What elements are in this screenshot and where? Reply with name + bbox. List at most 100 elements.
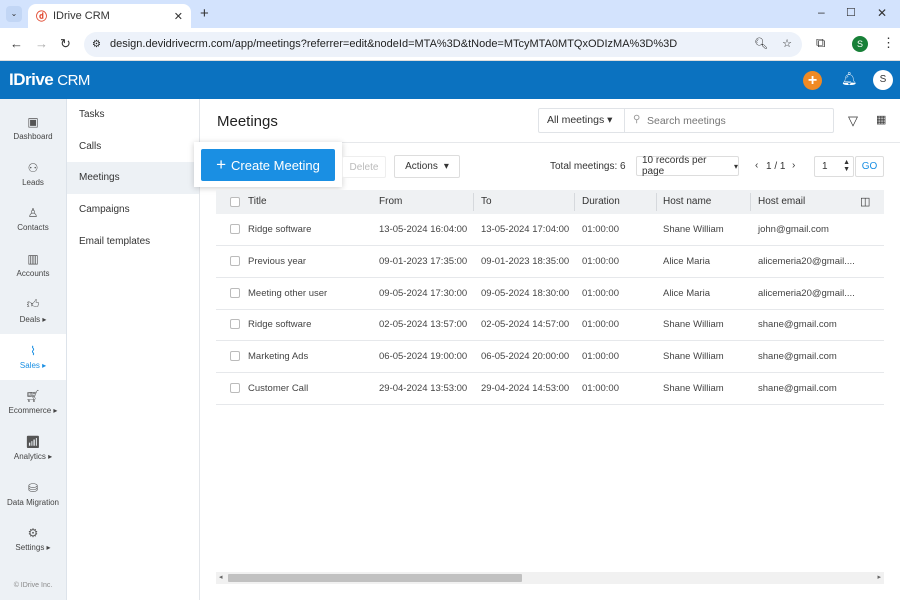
- url-input[interactable]: ⚙ design.devidrivecrm.com/app/meetings?re…: [84, 32, 802, 57]
- site-info-icon[interactable]: ⚙: [92, 32, 101, 57]
- deals-icon: 👍︎: [26, 297, 40, 312]
- page-number-input[interactable]: 1 ▲ ▼: [814, 156, 854, 177]
- table-header: ◫ Title From To Duration Host name Host email: [216, 190, 884, 214]
- create-meeting-button[interactable]: + Create Meeting: [201, 149, 335, 181]
- minimize-icon[interactable]: –: [818, 5, 825, 19]
- logo[interactable]: IDrive CRM: [9, 70, 90, 90]
- table-row[interactable]: Meeting other user 09-05-2024 17:30:00 09-…: [216, 278, 884, 310]
- horizontal-scrollbar[interactable]: ◂ ▸: [216, 572, 884, 584]
- column-header[interactable]: Host name: [663, 190, 711, 214]
- cell-title[interactable]: Marketing Ads: [248, 341, 308, 372]
- column-header[interactable]: Duration: [582, 190, 620, 214]
- nav-accounts[interactable]: ▥ Accounts: [0, 242, 66, 288]
- submenu-item-calls[interactable]: Calls: [67, 131, 199, 163]
- plus-icon: +: [216, 155, 227, 174]
- go-button[interactable]: GO: [855, 156, 884, 177]
- browser-tab[interactable]: ⓓ IDrive CRM ✕: [28, 4, 191, 28]
- column-header[interactable]: From: [379, 190, 402, 214]
- copyright: © IDrive Inc.: [13, 582, 53, 589]
- delete-button[interactable]: Delete: [342, 156, 386, 178]
- nav-ecommerce[interactable]: 🛒︎ Ecommerce ▸: [0, 379, 66, 425]
- extensions-icon[interactable]: ⧉: [816, 35, 825, 51]
- profile-avatar[interactable]: S: [852, 36, 868, 52]
- analytics-icon: 📶︎: [25, 434, 41, 449]
- cell-to: 29-04-2024 14:53:00: [481, 383, 570, 394]
- search-input[interactable]: [647, 111, 827, 130]
- table-row[interactable]: Ridge software 02-05-2024 13:57:00 02-05-2…: [216, 309, 884, 342]
- cell-title[interactable]: Customer Call: [248, 373, 308, 404]
- table-row[interactable]: Customer Call 29-04-2024 13:53:00 29-04-20…: [216, 373, 884, 405]
- submenu-item-meetings[interactable]: Meetings: [67, 162, 199, 195]
- back-icon[interactable]: ←: [10, 36, 23, 51]
- notifications-bell-icon[interactable]: 🔔︎: [841, 71, 858, 87]
- cell-host-email: shane@gmail.com: [758, 319, 837, 331]
- row-checkbox[interactable]: [230, 255, 240, 266]
- tab-search-button[interactable]: ⌄: [6, 6, 22, 22]
- prev-page-icon[interactable]: ‹: [755, 160, 758, 171]
- forward-icon[interactable]: →: [35, 36, 48, 51]
- cell-to: 13-05-2024 17:04:00: [481, 224, 570, 235]
- maximize-icon[interactable]: ☐: [846, 6, 856, 19]
- browser-menu-icon[interactable]: ⋮: [882, 35, 895, 51]
- column-header[interactable]: Host email: [758, 190, 805, 214]
- calendar-icon[interactable]: ▦: [876, 113, 886, 126]
- row-checkbox[interactable]: [230, 224, 240, 234]
- nav-label: Leads: [22, 177, 44, 187]
- next-page-icon[interactable]: ›: [792, 160, 795, 171]
- nav-settings[interactable]: ⚙ Settings ▸: [0, 516, 66, 562]
- meeting-filter-dropdown[interactable]: All meetings ▾: [539, 109, 625, 132]
- page-indicator: 1 / 1: [766, 161, 786, 172]
- data-migration-icon: ⛁: [27, 480, 39, 495]
- close-tab-icon[interactable]: ✕: [174, 10, 183, 23]
- nav-analytics[interactable]: 📶︎ Analytics ▸: [0, 425, 66, 471]
- cell-host-name: Shane William: [663, 351, 724, 363]
- cell-to: 02-05-2024 14:57:00: [481, 319, 570, 331]
- cell-title[interactable]: Meeting other user: [248, 278, 327, 309]
- bookmark-star-icon[interactable]: ☆: [782, 32, 792, 57]
- row-checkbox[interactable]: [230, 383, 240, 393]
- address-bar-row: ← → ↻ ⚙ design.devidrivecrm.com/app/meeti…: [0, 28, 900, 61]
- submenu-item-campaigns[interactable]: Campaigns: [67, 194, 199, 226]
- quick-add-button[interactable]: +: [803, 71, 822, 90]
- cell-title[interactable]: Ridge software: [248, 309, 311, 340]
- new-tab-icon[interactable]: +: [200, 5, 209, 22]
- cell-host-email: shane@gmail.com: [758, 383, 837, 394]
- nav-contacts[interactable]: ♙ Contacts: [0, 196, 66, 242]
- table-row[interactable]: Marketing Ads 06-05-2024 19:00:00 06-05-20…: [216, 341, 884, 374]
- sales-icon: ⌇: [30, 343, 36, 358]
- submenu-item-tasks[interactable]: Tasks: [67, 99, 199, 131]
- nav-sales[interactable]: ⌇ Sales ▸: [0, 333, 66, 380]
- table-row[interactable]: Previous year 09-01-2023 17:35:00 09-01-20…: [216, 246, 884, 278]
- cell-title[interactable]: Previous year: [248, 246, 306, 277]
- tab-title: IDrive CRM: [53, 10, 110, 22]
- zoom-icon[interactable]: 🔍︎: [754, 32, 768, 57]
- user-avatar[interactable]: S: [873, 70, 893, 90]
- row-checkbox[interactable]: [230, 287, 240, 298]
- reload-icon[interactable]: ↻: [60, 36, 71, 52]
- table-row[interactable]: Ridge software 13-05-2024 16:04:00 13-05-2…: [216, 214, 884, 246]
- nav-label: Dashboard: [13, 132, 53, 141]
- cell-host-name: Alice Maria: [663, 287, 710, 299]
- nav-data-migration[interactable]: ⛁ Data Migration: [0, 471, 66, 517]
- cell-title[interactable]: Ridge software: [248, 214, 311, 245]
- close-window-icon[interactable]: ✕: [877, 6, 887, 20]
- filter-icon[interactable]: ▽: [848, 113, 858, 129]
- row-checkbox[interactable]: [230, 319, 240, 330]
- cell-host-name: Shane William: [663, 383, 724, 394]
- actions-dropdown[interactable]: Actions ▾: [394, 155, 460, 178]
- sales-submenu: Tasks Calls Meetings Campaigns Email templat…: [67, 99, 200, 600]
- nav-leads[interactable]: ⚇ Leads: [0, 151, 66, 197]
- select-all-checkbox[interactable]: [230, 197, 240, 207]
- column-settings-icon[interactable]: ◫: [860, 195, 870, 208]
- records-per-page-dropdown[interactable]: 10 records per page ▾: [636, 155, 739, 177]
- cell-host-name: Alice Maria: [663, 255, 710, 267]
- column-header[interactable]: To: [481, 190, 492, 214]
- nav-dashboard[interactable]: ▣ Dashboard: [0, 105, 66, 151]
- scrollbar-thumb[interactable]: [228, 574, 522, 582]
- cell-duration: 01:00:00: [582, 255, 619, 267]
- column-header[interactable]: Title: [248, 190, 267, 214]
- nav-deals[interactable]: 👍︎ Deals ▸: [0, 288, 66, 334]
- page-title: Meetings: [217, 113, 278, 130]
- submenu-item-email-templates[interactable]: Email templates: [67, 226, 199, 258]
- row-checkbox[interactable]: [230, 351, 240, 362]
